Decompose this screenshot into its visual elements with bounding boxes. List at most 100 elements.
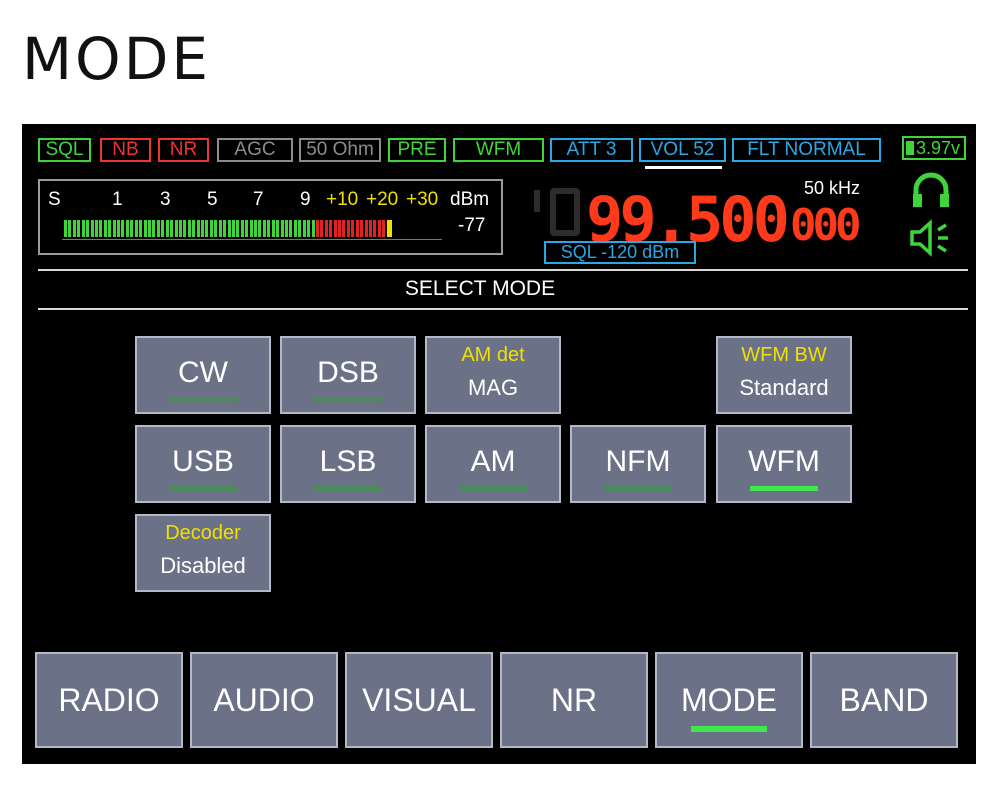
wfm-chip[interactable]: WFM: [453, 138, 544, 162]
meter-segment: [324, 220, 328, 237]
tab-label: BAND: [839, 682, 929, 718]
meter-segment: [285, 220, 288, 237]
meter-segment: [355, 220, 359, 237]
mode-label: CW: [178, 356, 228, 389]
meter-segment: [320, 220, 324, 237]
meter-segment: [307, 220, 311, 237]
meter-segment: [77, 220, 81, 237]
meter-segment: [99, 220, 103, 237]
meter-scale-s: S: [48, 189, 61, 210]
tab-label: RADIO: [58, 682, 160, 718]
pre-chip[interactable]: PRE: [388, 138, 446, 162]
meter-segment: [90, 220, 94, 237]
decoder-button[interactable]: Decoder Disabled: [135, 514, 271, 592]
meter-segment: [298, 220, 302, 237]
meter-segment: [103, 220, 107, 237]
meter-segment: [293, 220, 297, 237]
decoder-title: Decoder: [165, 522, 241, 544]
tab-label: MODE: [681, 682, 777, 718]
meter-segment: [338, 220, 342, 237]
meter-segment: [267, 220, 271, 237]
nb-chip[interactable]: NB: [100, 138, 151, 162]
mode-indicator-active: [750, 486, 818, 491]
meter-segment: [227, 220, 231, 237]
meter-segment: [311, 220, 315, 237]
mode-indicator: [314, 397, 382, 402]
headphones-icon[interactable]: [910, 170, 952, 210]
meter-segment: [187, 220, 191, 237]
meter-segment: [342, 220, 346, 237]
mode-label: LSB: [319, 445, 377, 478]
meter-segment: [254, 220, 258, 237]
frequency-fine[interactable]: 000: [790, 200, 862, 251]
impedance-chip[interactable]: 50 Ohm: [299, 138, 381, 162]
meter-segment: [302, 220, 306, 237]
mode-indicator: [169, 397, 237, 402]
tab-band[interactable]: BAND: [810, 652, 958, 748]
meter-segment: [382, 220, 386, 237]
mode-button-dsb[interactable]: DSB: [280, 336, 416, 414]
meter-segment: [125, 220, 129, 237]
sql-chip[interactable]: SQL: [38, 138, 91, 162]
meter-segment: [143, 220, 147, 237]
mode-indicator: [604, 486, 672, 491]
meter-segment: [377, 220, 381, 237]
nr-chip[interactable]: NR: [158, 138, 209, 162]
meter-segment: [280, 220, 284, 237]
meter-scale-p10: +10: [326, 189, 359, 210]
vol-chip[interactable]: VOL 52: [639, 138, 726, 162]
meter-segment: [386, 220, 392, 237]
tab-mode[interactable]: MODE: [655, 652, 803, 748]
battery-indicator: 3.97v: [902, 136, 966, 160]
am-detector-title: AM det: [461, 344, 525, 366]
freq-ghost-digit: [550, 188, 580, 236]
section-title: SELECT MODE: [404, 277, 556, 300]
meter-segment: [192, 220, 196, 237]
filter-chip[interactable]: FLT NORMAL: [732, 138, 881, 162]
battery-icon: [906, 141, 914, 155]
mode-button-usb[interactable]: USB: [135, 425, 271, 503]
tab-radio[interactable]: RADIO: [35, 652, 183, 748]
top-divider: [38, 269, 968, 271]
meter-segment: [249, 220, 253, 237]
mode-button-am[interactable]: AM: [425, 425, 561, 503]
tab-label: VISUAL: [362, 682, 476, 718]
meter-segment: [170, 220, 174, 237]
mode-button-lsb[interactable]: LSB: [280, 425, 416, 503]
am-detector-button[interactable]: AM det MAG: [425, 336, 561, 414]
meter-segment: [117, 220, 121, 237]
meter-segment: [240, 220, 244, 237]
mode-button-wfm[interactable]: WFM: [716, 425, 852, 503]
freq-leading-digit: [534, 190, 540, 212]
meter-segment: [373, 220, 377, 237]
meter-segment: [178, 220, 182, 237]
tab-label: AUDIO: [213, 682, 315, 718]
signal-meter: S 1 3 5 7 9 +10 +20 +30 dBm -77: [38, 179, 503, 255]
tab-visual[interactable]: VISUAL: [345, 652, 493, 748]
meter-segment: [360, 220, 364, 237]
meter-segment: [209, 220, 213, 237]
wfm-bandwidth-button[interactable]: WFM BW Standard: [716, 336, 852, 414]
tab-audio[interactable]: AUDIO: [190, 652, 338, 748]
title-divider: [38, 308, 968, 310]
tab-nr[interactable]: NR: [500, 652, 648, 748]
meter-scale-5: 5: [207, 189, 218, 210]
meter-segment: [329, 220, 333, 237]
meter-segment: [315, 220, 319, 237]
mode-button-cw[interactable]: CW: [135, 336, 271, 414]
mode-button-nfm[interactable]: NFM: [570, 425, 706, 503]
vol-underline: [645, 166, 722, 169]
battery-voltage: 3.97v: [916, 138, 961, 158]
meter-segment: [139, 220, 143, 237]
meter-segment: [134, 220, 138, 237]
meter-segment: [271, 220, 275, 237]
wfm-bandwidth-title: WFM BW: [741, 344, 827, 366]
meter-segment: [214, 220, 218, 237]
agc-chip[interactable]: AGC: [217, 138, 293, 162]
meter-segment: [258, 220, 262, 237]
meter-segment: [245, 220, 249, 237]
speaker-icon[interactable]: [908, 218, 952, 258]
mode-label: USB: [172, 445, 234, 478]
att-chip[interactable]: ATT 3: [550, 138, 633, 162]
mode-indicator: [314, 486, 382, 491]
